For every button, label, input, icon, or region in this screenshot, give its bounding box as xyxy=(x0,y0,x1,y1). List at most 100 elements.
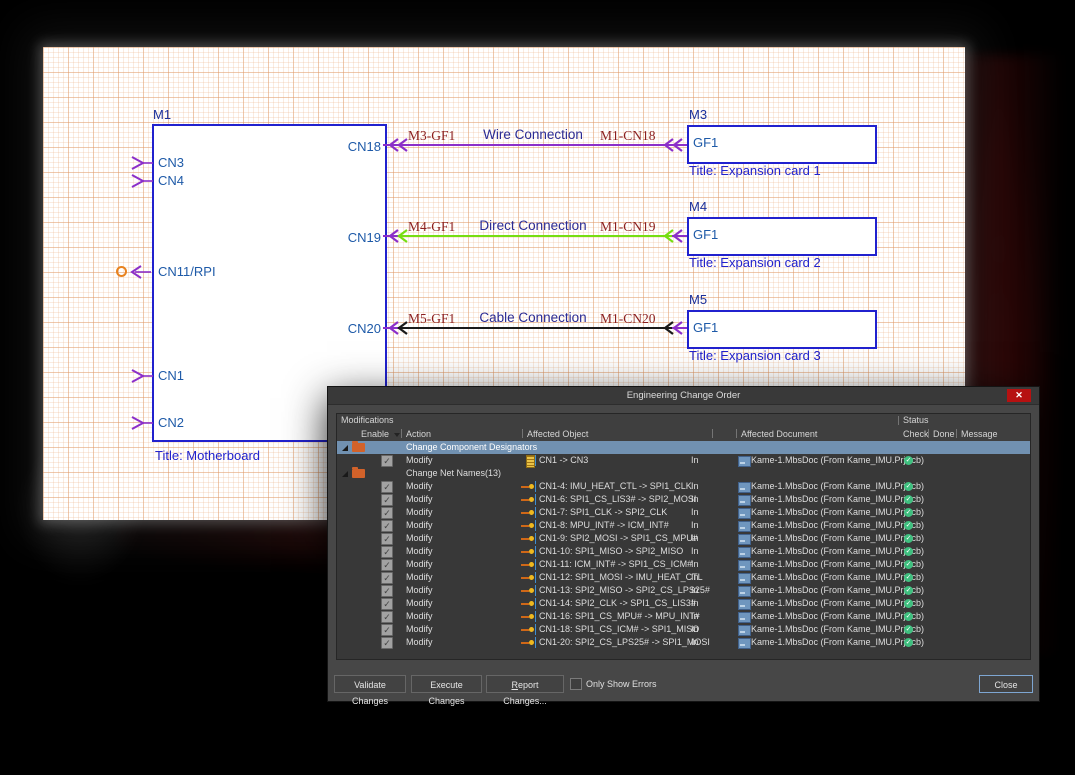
enable-checkbox[interactable]: ✓ xyxy=(381,533,393,545)
affected-document-label: Kame-1.MbsDoc (From Kame_IMU.PrjPcb) xyxy=(751,584,924,597)
eco-change-row[interactable]: ✓ModifyCN1-10: SPI1_MISO -> SPI2_MISOInK… xyxy=(337,545,1030,558)
eco-change-row[interactable]: ✓ModifyCN1-18: SPI1_CS_ICM# -> SPI1_MISO… xyxy=(337,623,1030,636)
column-message[interactable]: Message xyxy=(961,429,998,439)
affected-object-label: CN1-20: SPI2_CS_LPS25# -> SPI1_MOSI xyxy=(539,636,710,649)
enable-checkbox[interactable]: ✓ xyxy=(381,572,393,584)
report-changes-button[interactable]: Report Changes... xyxy=(486,675,564,693)
expand-arrow-icon[interactable] xyxy=(342,471,348,477)
eco-change-row[interactable]: ✓ModifyCN1-16: SPI1_CS_MPU# -> MPU_INT#I… xyxy=(337,610,1030,623)
expansion-card-1-component[interactable]: GF1 xyxy=(687,125,877,164)
scope-label: In xyxy=(691,454,699,467)
modifications-section-label: Modifications xyxy=(341,415,394,425)
document-icon xyxy=(738,625,751,636)
card-designator: M3 xyxy=(689,107,707,122)
scope-label: In xyxy=(691,545,699,558)
net-icon xyxy=(521,636,535,649)
only-show-errors-checkbox[interactable] xyxy=(570,678,582,690)
pin-arrow-left-icon xyxy=(128,264,152,280)
net-label: M4-GF1 xyxy=(408,219,455,235)
eco-group-row[interactable]: Change Net Names(13) xyxy=(337,467,1030,480)
pin-label-cn11-rpi: CN11/RPI xyxy=(158,264,216,279)
object-separator xyxy=(535,637,536,648)
net-icon xyxy=(521,532,535,545)
object-separator xyxy=(535,494,536,505)
check-ok-icon: ✓ xyxy=(904,508,913,517)
enable-checkbox[interactable]: ✓ xyxy=(381,637,393,649)
check-ok-icon: ✓ xyxy=(904,612,913,621)
affected-object-label: CN1-14: SPI2_CLK -> SPI1_CS_LIS3# xyxy=(539,597,696,610)
eco-change-row[interactable]: ✓ModifyCN1-8: MPU_INT# -> ICM_INT#InKame… xyxy=(337,519,1030,532)
net-label: M1-CN19 xyxy=(600,219,656,235)
column-check[interactable]: Check xyxy=(903,429,929,439)
column-enable[interactable]: Enable xyxy=(361,429,389,439)
action-label: Modify xyxy=(406,506,433,519)
net-icon xyxy=(521,571,535,584)
wire-connection-net[interactable] xyxy=(383,144,687,146)
affected-document-label: Kame-1.MbsDoc (From Kame_IMU.PrjPcb) xyxy=(751,636,924,649)
eco-change-row[interactable]: ✓ModifyCN1-14: SPI2_CLK -> SPI1_CS_LIS3#… xyxy=(337,597,1030,610)
eco-change-row[interactable]: ✓ModifyCN1-6: SPI1_CS_LIS3# -> SPI2_MOSI… xyxy=(337,493,1030,506)
pin-chevron-icon xyxy=(130,368,154,384)
motherboard-title: Title: Motherboard xyxy=(155,448,260,463)
expansion-card-3-component[interactable]: GF1 xyxy=(687,310,877,349)
affected-object-label: CN1-18: SPI1_CS_ICM# -> SPI1_MISO xyxy=(539,623,699,636)
enable-checkbox[interactable]: ✓ xyxy=(381,585,393,597)
eco-change-row[interactable]: ✓ModifyCN1-4: IMU_HEAT_CTL -> SPI1_CLKIn… xyxy=(337,480,1030,493)
affected-document-label: Kame-1.MbsDoc (From Kame_IMU.PrjPcb) xyxy=(751,571,924,584)
scope-label: In xyxy=(691,584,699,597)
eco-group-row[interactable]: Change Component Designators xyxy=(337,441,1030,454)
validate-changes-button[interactable]: Validate Changes xyxy=(334,675,406,693)
enable-checkbox[interactable]: ✓ xyxy=(381,481,393,493)
eco-change-row[interactable]: ✓ModifyCN1-20: SPI2_CS_LPS25# -> SPI1_MO… xyxy=(337,636,1030,649)
close-icon[interactable]: ✕ xyxy=(1007,389,1031,402)
enable-checkbox[interactable]: ✓ xyxy=(381,507,393,519)
check-ok-icon: ✓ xyxy=(904,560,913,569)
eco-change-row[interactable]: ✓ModifyCN1-9: SPI2_MOSI -> SPI1_CS_MPU#I… xyxy=(337,532,1030,545)
pin-label-cn20: CN20 xyxy=(348,321,381,336)
enable-checkbox[interactable]: ✓ xyxy=(381,611,393,623)
scope-label: In xyxy=(691,597,699,610)
expand-arrow-icon[interactable] xyxy=(342,445,348,451)
expansion-card-2-component[interactable]: GF1 xyxy=(687,217,877,256)
execute-changes-button[interactable]: Execute Changes xyxy=(411,675,482,693)
enable-checkbox[interactable]: ✓ xyxy=(381,546,393,558)
cable-connection-net[interactable] xyxy=(383,327,687,329)
document-icon xyxy=(738,638,751,649)
check-ok-icon: ✓ xyxy=(904,482,913,491)
column-action[interactable]: Action xyxy=(406,429,431,439)
column-affected-object[interactable]: Affected Object xyxy=(527,429,588,439)
enable-checkbox[interactable]: ✓ xyxy=(381,624,393,636)
enable-checkbox[interactable]: ✓ xyxy=(381,598,393,610)
eco-change-row[interactable]: ✓ModifyCN1-11: ICM_INT# -> SPI1_CS_ICM#I… xyxy=(337,558,1030,571)
enable-checkbox[interactable]: ✓ xyxy=(381,455,393,467)
document-icon xyxy=(738,547,751,558)
column-affected-document[interactable]: Affected Document xyxy=(741,429,817,439)
document-icon xyxy=(738,586,751,597)
eco-change-row[interactable]: ✓ModifyCN1-13: SPI2_MISO -> SPI2_CS_LPS2… xyxy=(337,584,1030,597)
net-icon xyxy=(521,610,535,623)
check-ok-icon: ✓ xyxy=(904,573,913,582)
enable-checkbox[interactable]: ✓ xyxy=(381,494,393,506)
enable-checkbox[interactable]: ✓ xyxy=(381,559,393,571)
eco-change-row[interactable]: ✓ModifyCN1-12: SPI1_MOSI -> IMU_HEAT_CTL… xyxy=(337,571,1030,584)
affected-document-label: Kame-1.MbsDoc (From Kame_IMU.PrjPcb) xyxy=(751,493,924,506)
close-button[interactable]: Close xyxy=(979,675,1033,693)
affected-object-label: CN1-9: SPI2_MOSI -> SPI1_CS_MPU# xyxy=(539,532,698,545)
object-separator xyxy=(535,520,536,531)
pin-label-gf1: GF1 xyxy=(693,320,718,335)
eco-change-row[interactable]: ✓ModifyCN1 -> CN3InKame-1.MbsDoc (From K… xyxy=(337,454,1030,467)
net-icon xyxy=(521,519,535,532)
document-icon xyxy=(738,482,751,493)
scope-label: In xyxy=(691,532,699,545)
scope-label: In xyxy=(691,636,699,649)
column-done[interactable]: Done xyxy=(933,429,955,439)
pin-label-gf1: GF1 xyxy=(693,135,718,150)
direct-connection-net[interactable] xyxy=(383,235,687,237)
enable-checkbox[interactable]: ✓ xyxy=(381,520,393,532)
dialog-titlebar[interactable]: Engineering Change Order ✕ xyxy=(328,387,1039,405)
affected-document-label: Kame-1.MbsDoc (From Kame_IMU.PrjPcb) xyxy=(751,506,924,519)
pin-chevron-icon xyxy=(130,415,154,431)
filter-dropdown-icon[interactable] xyxy=(394,433,400,437)
scope-label: In xyxy=(691,493,699,506)
eco-change-row[interactable]: ✓ModifyCN1-7: SPI1_CLK -> SPI2_CLKInKame… xyxy=(337,506,1030,519)
